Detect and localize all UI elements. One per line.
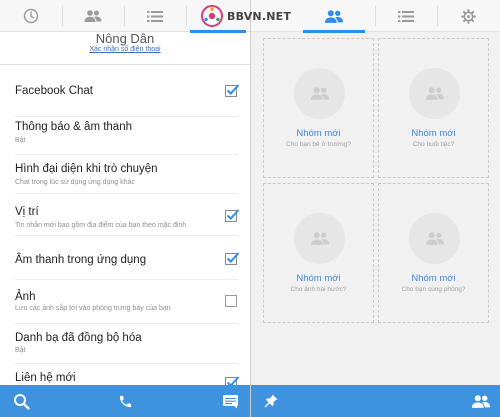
- clock-icon: [23, 8, 39, 24]
- location-checkbox[interactable]: [225, 209, 240, 222]
- setting-subtitle: Tin nhắn mới bao gồm địa điểm của bạn th…: [15, 222, 187, 229]
- setting-facebook-chat[interactable]: Facebook Chat: [0, 65, 250, 117]
- group-title: Nhóm mới: [411, 128, 456, 139]
- setting-title: Hình đại diện khi trò chuyện: [15, 163, 158, 175]
- group-suggestion: Cho ảnh hài hước?: [290, 286, 347, 293]
- photos-checkbox[interactable]: [225, 295, 237, 307]
- group-placeholder: [294, 213, 345, 264]
- setting-title: Danh bạ đã đồng bộ hóa: [15, 332, 142, 344]
- setting-subtitle: Bật: [15, 347, 26, 354]
- watermark-logo-icon: [201, 5, 223, 27]
- call-button[interactable]: [108, 385, 142, 417]
- new-group-card[interactable]: Nhóm mới Cho buổi tiệc?: [378, 38, 489, 178]
- create-group-button[interactable]: [464, 385, 498, 417]
- new-group-card[interactable]: Nhóm mới Cho ảnh hài hước?: [263, 183, 374, 323]
- tab-groups[interactable]: [299, 0, 369, 33]
- search-icon: [13, 393, 30, 410]
- profile-name: Nông Dân: [95, 31, 155, 46]
- group-suggestion: Cho bạn cùng phòng?: [401, 286, 466, 293]
- group-placeholder: [409, 68, 460, 119]
- watermark: BBVN.NET: [200, 4, 291, 28]
- group-suggestion: Cho buổi tiệc?: [412, 141, 455, 148]
- phone-icon: [119, 395, 131, 407]
- tab-groups[interactable]: [62, 0, 124, 32]
- setting-title: Vị trí: [15, 206, 39, 218]
- checkmark-icon: [226, 209, 240, 221]
- search-button[interactable]: [4, 385, 38, 417]
- tab-recent[interactable]: [0, 0, 62, 32]
- list-icon: [147, 10, 163, 22]
- setting-title: Ảnh: [15, 291, 36, 303]
- setting-new-contacts[interactable]: Liên hệ mới: [0, 364, 250, 385]
- people-icon: [425, 87, 444, 100]
- settings-panel: Nông Dân Xác nhận số điện thoại Facebook…: [0, 0, 250, 417]
- people-icon: [310, 232, 329, 245]
- tab-settings[interactable]: [437, 0, 500, 32]
- setting-subtitle: Chat trong lúc sử dụng ứng dụng khác: [15, 179, 135, 186]
- checkmark-icon: [226, 84, 240, 96]
- tab-list[interactable]: [375, 0, 437, 32]
- group-title: Nhóm mới: [296, 273, 341, 284]
- in-app-sounds-checkbox[interactable]: [225, 252, 240, 265]
- setting-subtitle: Lưu các ảnh sắp tới vào phòng trưng bày …: [15, 305, 171, 312]
- group-suggestion: Cho bạn bè ở trường?: [286, 141, 351, 148]
- new-contacts-checkbox[interactable]: [225, 376, 240, 385]
- setting-title: Thông báo & âm thanh: [15, 121, 132, 133]
- gear-icon: [461, 8, 476, 24]
- new-group-card[interactable]: Nhóm mới Cho bạn bè ở trường?: [263, 38, 374, 178]
- checkmark-icon: [226, 376, 240, 385]
- checkmark-icon: [226, 252, 240, 264]
- group-title: Nhóm mới: [296, 128, 341, 139]
- pin-icon: [264, 394, 278, 408]
- people-icon: [425, 232, 444, 245]
- new-group-card[interactable]: Nhóm mới Cho bạn cùng phòng?: [378, 183, 489, 323]
- setting-in-app-sounds[interactable]: Âm thanh trong ứng dụng: [0, 236, 250, 280]
- facebook-chat-checkbox[interactable]: [225, 84, 240, 97]
- right-bottom-bar: [251, 385, 500, 417]
- group-placeholder: [294, 68, 345, 119]
- setting-title: Facebook Chat: [15, 85, 93, 97]
- people-icon: [324, 9, 344, 23]
- new-message-button[interactable]: [213, 385, 247, 417]
- verify-phone-link[interactable]: Xác nhận số điện thoại: [0, 46, 250, 53]
- list-icon: [398, 10, 414, 22]
- group-title: Nhóm mới: [411, 273, 456, 284]
- setting-subtitle: Bật: [15, 137, 26, 144]
- setting-title: Liên hệ mới: [15, 372, 76, 384]
- left-bottom-bar: [0, 385, 250, 417]
- message-icon: [222, 394, 238, 408]
- setting-title: Âm thanh trong ứng dụng: [15, 254, 147, 266]
- people-icon: [310, 87, 329, 100]
- setting-synced-contacts[interactable]: Danh bạ đã đồng bộ hóa Bật: [0, 324, 250, 364]
- active-tab-indicator: [303, 30, 365, 33]
- setting-chat-heads[interactable]: Hình đại diện khi trò chuyện Chat trong …: [0, 155, 250, 194]
- watermark-text: BBVN.NET: [227, 9, 292, 23]
- group-icon: [471, 394, 491, 408]
- setting-photos[interactable]: Ảnh Lưu các ảnh sắp tới vào phòng trưng …: [0, 280, 250, 324]
- groups-panel: Nhóm mới Cho bạn bè ở trường? Nhóm mới C…: [251, 0, 500, 417]
- tab-list[interactable]: [124, 0, 186, 32]
- people-icon: [84, 10, 102, 22]
- setting-location[interactable]: Vị trí Tin nhắn mới bao gồm địa điểm của…: [0, 194, 250, 236]
- group-placeholder: [409, 213, 460, 264]
- pin-button[interactable]: [254, 385, 288, 417]
- setting-notifications-sound[interactable]: Thông báo & âm thanh Bật: [0, 117, 250, 155]
